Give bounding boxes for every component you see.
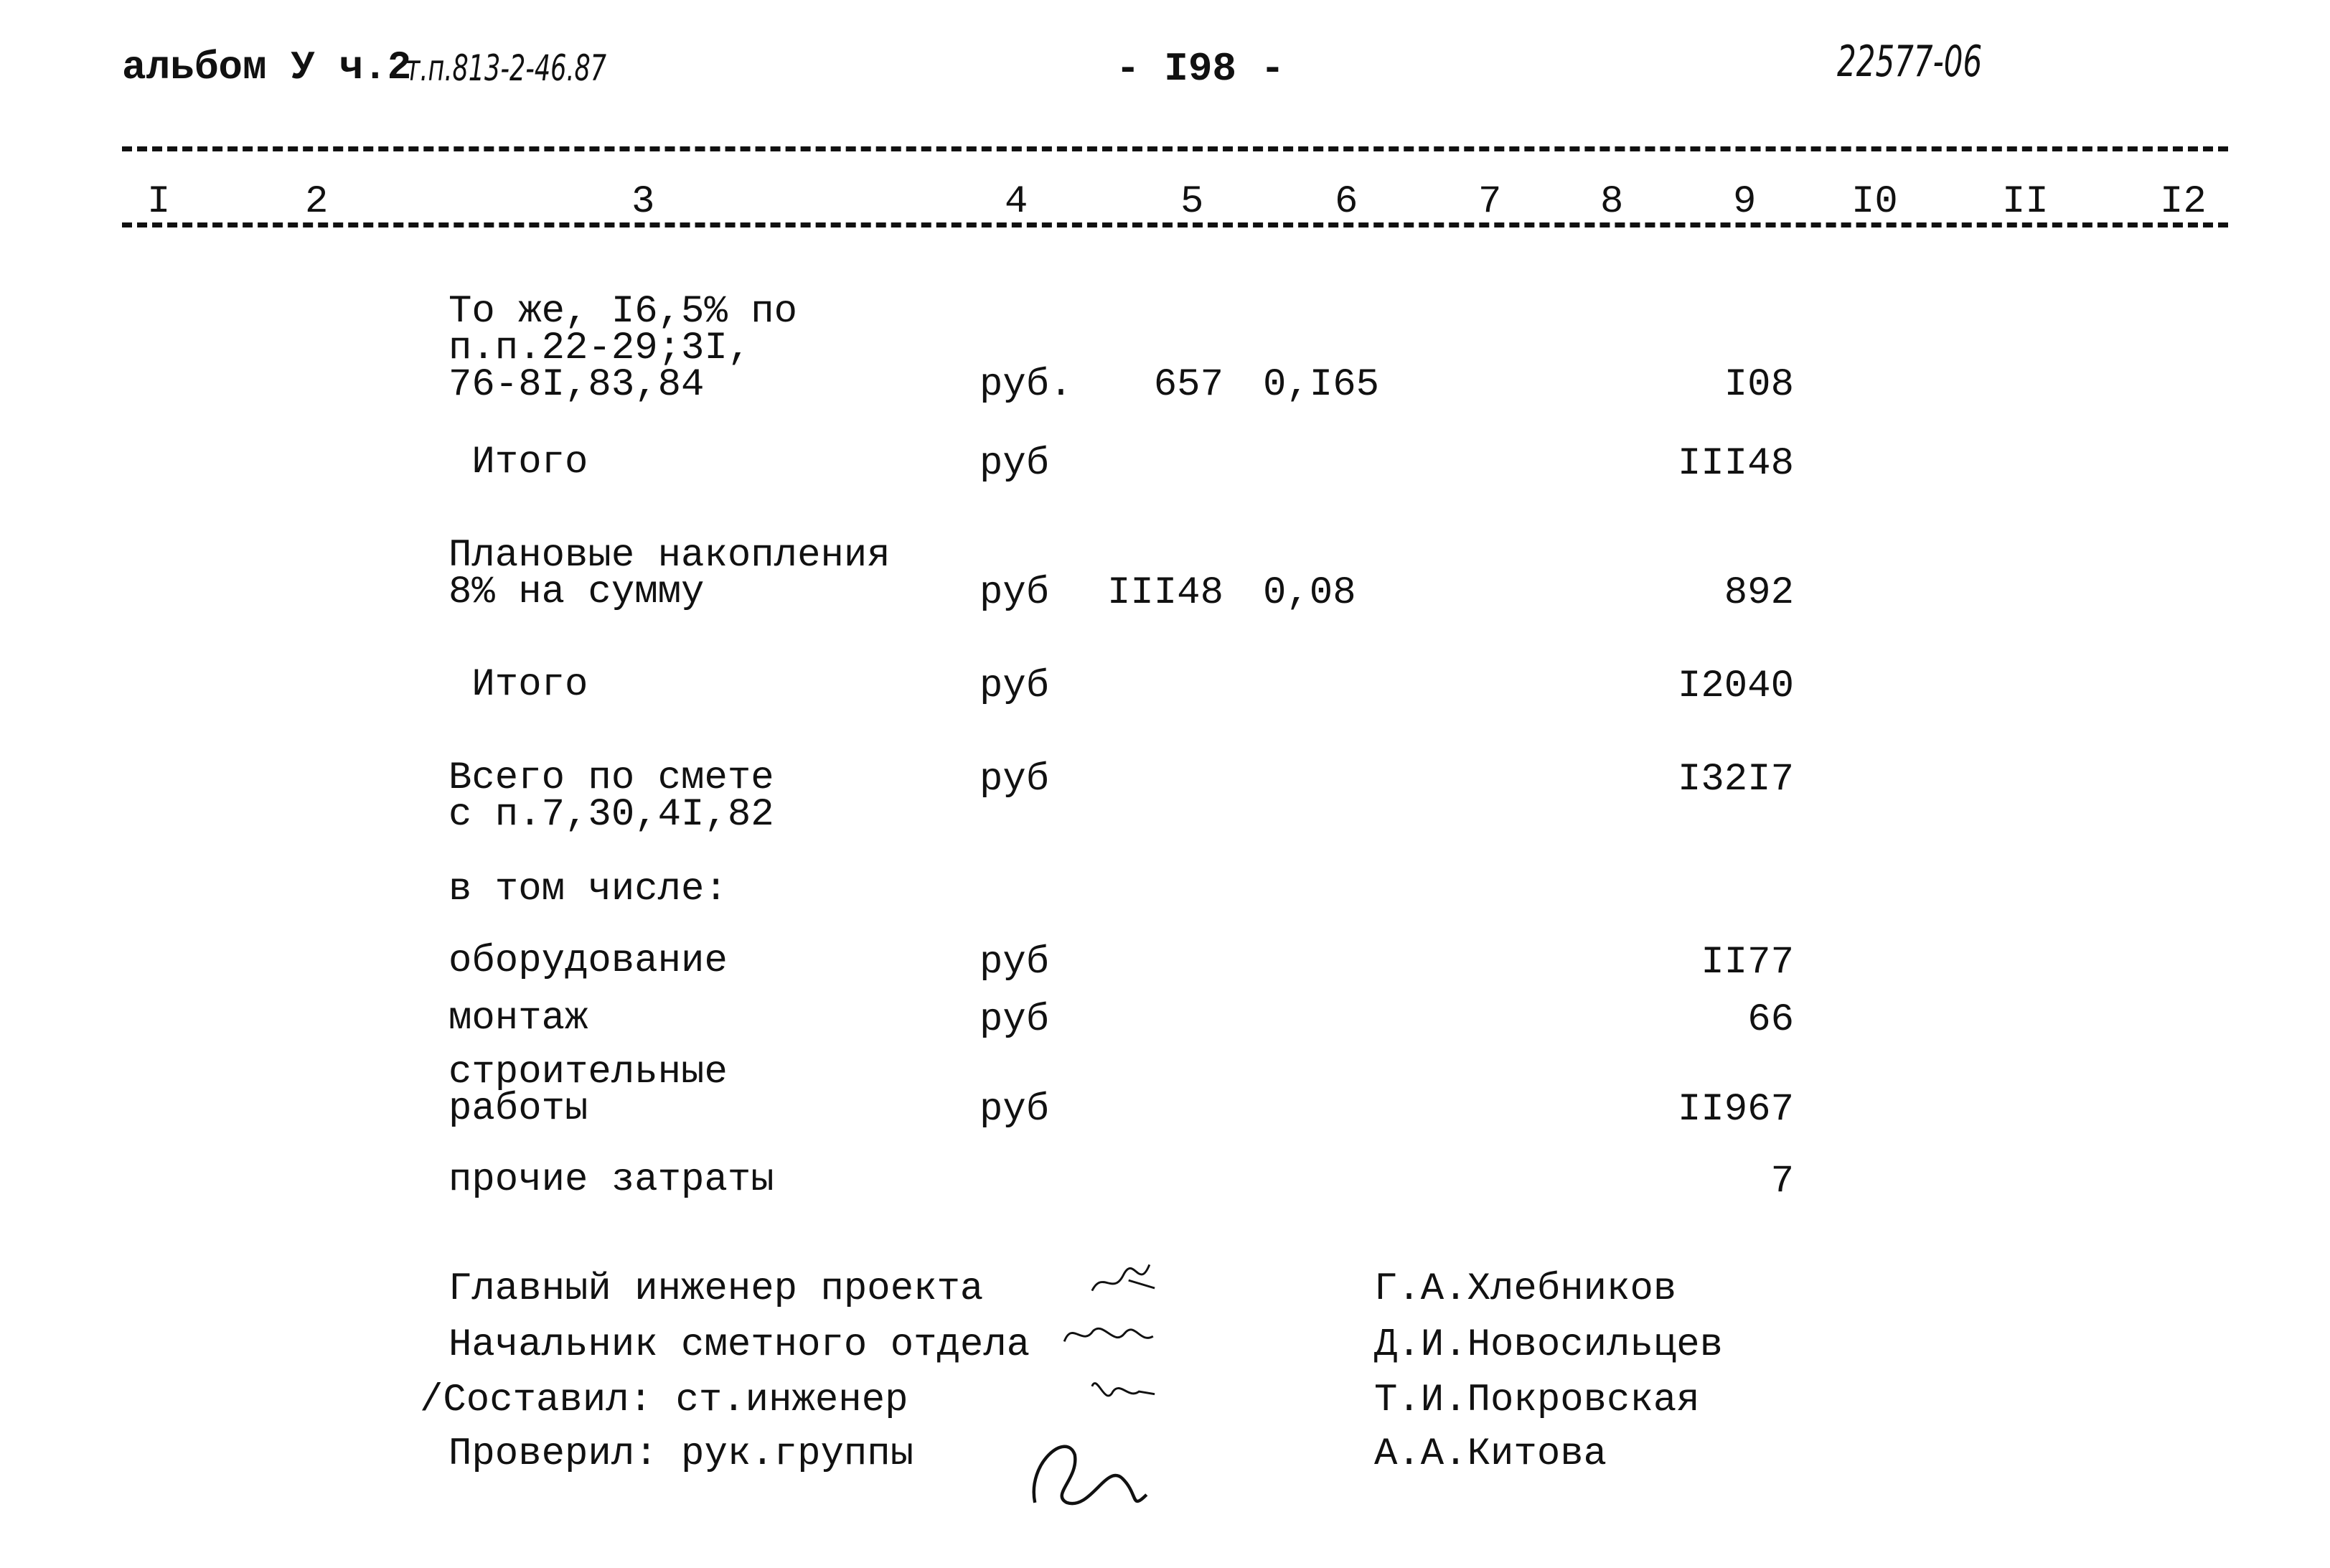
column-number: 8 [1600, 180, 1624, 224]
row-unit: руб [980, 665, 1050, 708]
column-number: I0 [1851, 180, 1898, 224]
row-description: строительные работы [448, 1051, 728, 1131]
row-total: 892 [1724, 571, 1794, 615]
signatory-name: Д.И.Новосильцев [1374, 1323, 1724, 1367]
column-number: 2 [305, 180, 329, 224]
signature-role: Проверил: рук.группы [448, 1432, 914, 1476]
row-description: оборудование [448, 939, 728, 983]
document-number: 22577-06 [1837, 37, 1983, 87]
signatory-name: Т.И.Покровская [1374, 1379, 1700, 1422]
row-total: II967 [1677, 1088, 1794, 1132]
row-unit: руб [980, 442, 1050, 486]
row-base-amount: III48 [1107, 571, 1223, 615]
row-base-amount: 657 [1153, 363, 1223, 407]
row-description: Итого [448, 441, 588, 484]
row-unit: руб [980, 758, 1050, 802]
column-number: 7 [1478, 180, 1502, 224]
row-unit: руб [980, 1088, 1050, 1132]
project-code: т.п.813-2-46.87 [405, 47, 607, 89]
row-description: монтаж [448, 997, 588, 1041]
row-unit: руб. [980, 363, 1073, 407]
row-description: в том числе: [448, 868, 728, 911]
signatory-name: А.А.Китова [1374, 1432, 1607, 1476]
row-unit: руб [980, 998, 1050, 1042]
page-number: - I98 - [1116, 46, 1285, 92]
signature-icon [1063, 1327, 1154, 1342]
column-number: II [2002, 180, 2049, 224]
signatory-name: Г.А.Хлебников [1374, 1267, 1677, 1311]
row-unit: руб [980, 571, 1050, 615]
row-total: I08 [1724, 363, 1794, 407]
signature-role: Начальник сметного отдела [448, 1323, 1030, 1367]
row-rate: 0,I65 [1263, 363, 1380, 407]
signature-role: /Составил: ст.инженер [420, 1379, 908, 1422]
column-number: 5 [1180, 180, 1204, 224]
column-number: 3 [631, 180, 655, 224]
row-description: Итого [448, 663, 588, 707]
row-rate: 0,08 [1263, 571, 1356, 615]
column-number: I2 [2160, 180, 2207, 224]
row-description: То же, I6,5% по п.п.22-29;3I, 76-8I,83,8… [448, 290, 798, 407]
row-description: Плановые накопления 8% на сумму [448, 534, 891, 614]
row-description: Всего по смете с п.7,30,4I,82 [448, 756, 774, 837]
row-total: I32I7 [1677, 758, 1794, 802]
row-total: 66 [1747, 998, 1794, 1042]
column-number: I [147, 180, 171, 224]
signature-icon [1091, 1382, 1155, 1397]
row-total: III48 [1677, 442, 1794, 486]
signature-icon [1091, 1264, 1155, 1292]
column-number: 6 [1335, 180, 1358, 224]
album-label: альбом У ч.2 [122, 44, 412, 90]
row-description: прочие затраты [448, 1158, 774, 1202]
row-total: 7 [1770, 1160, 1794, 1203]
signature-icon [1032, 1445, 1148, 1506]
column-number: 4 [1005, 180, 1028, 224]
column-numbers-underline [122, 222, 2228, 233]
row-unit: руб [980, 941, 1050, 985]
header-divider [122, 146, 2228, 156]
row-total: I2040 [1677, 665, 1794, 708]
signature-role: Главный инженер проекта [448, 1267, 984, 1311]
row-total: II77 [1701, 941, 1794, 985]
column-number: 9 [1733, 180, 1757, 224]
